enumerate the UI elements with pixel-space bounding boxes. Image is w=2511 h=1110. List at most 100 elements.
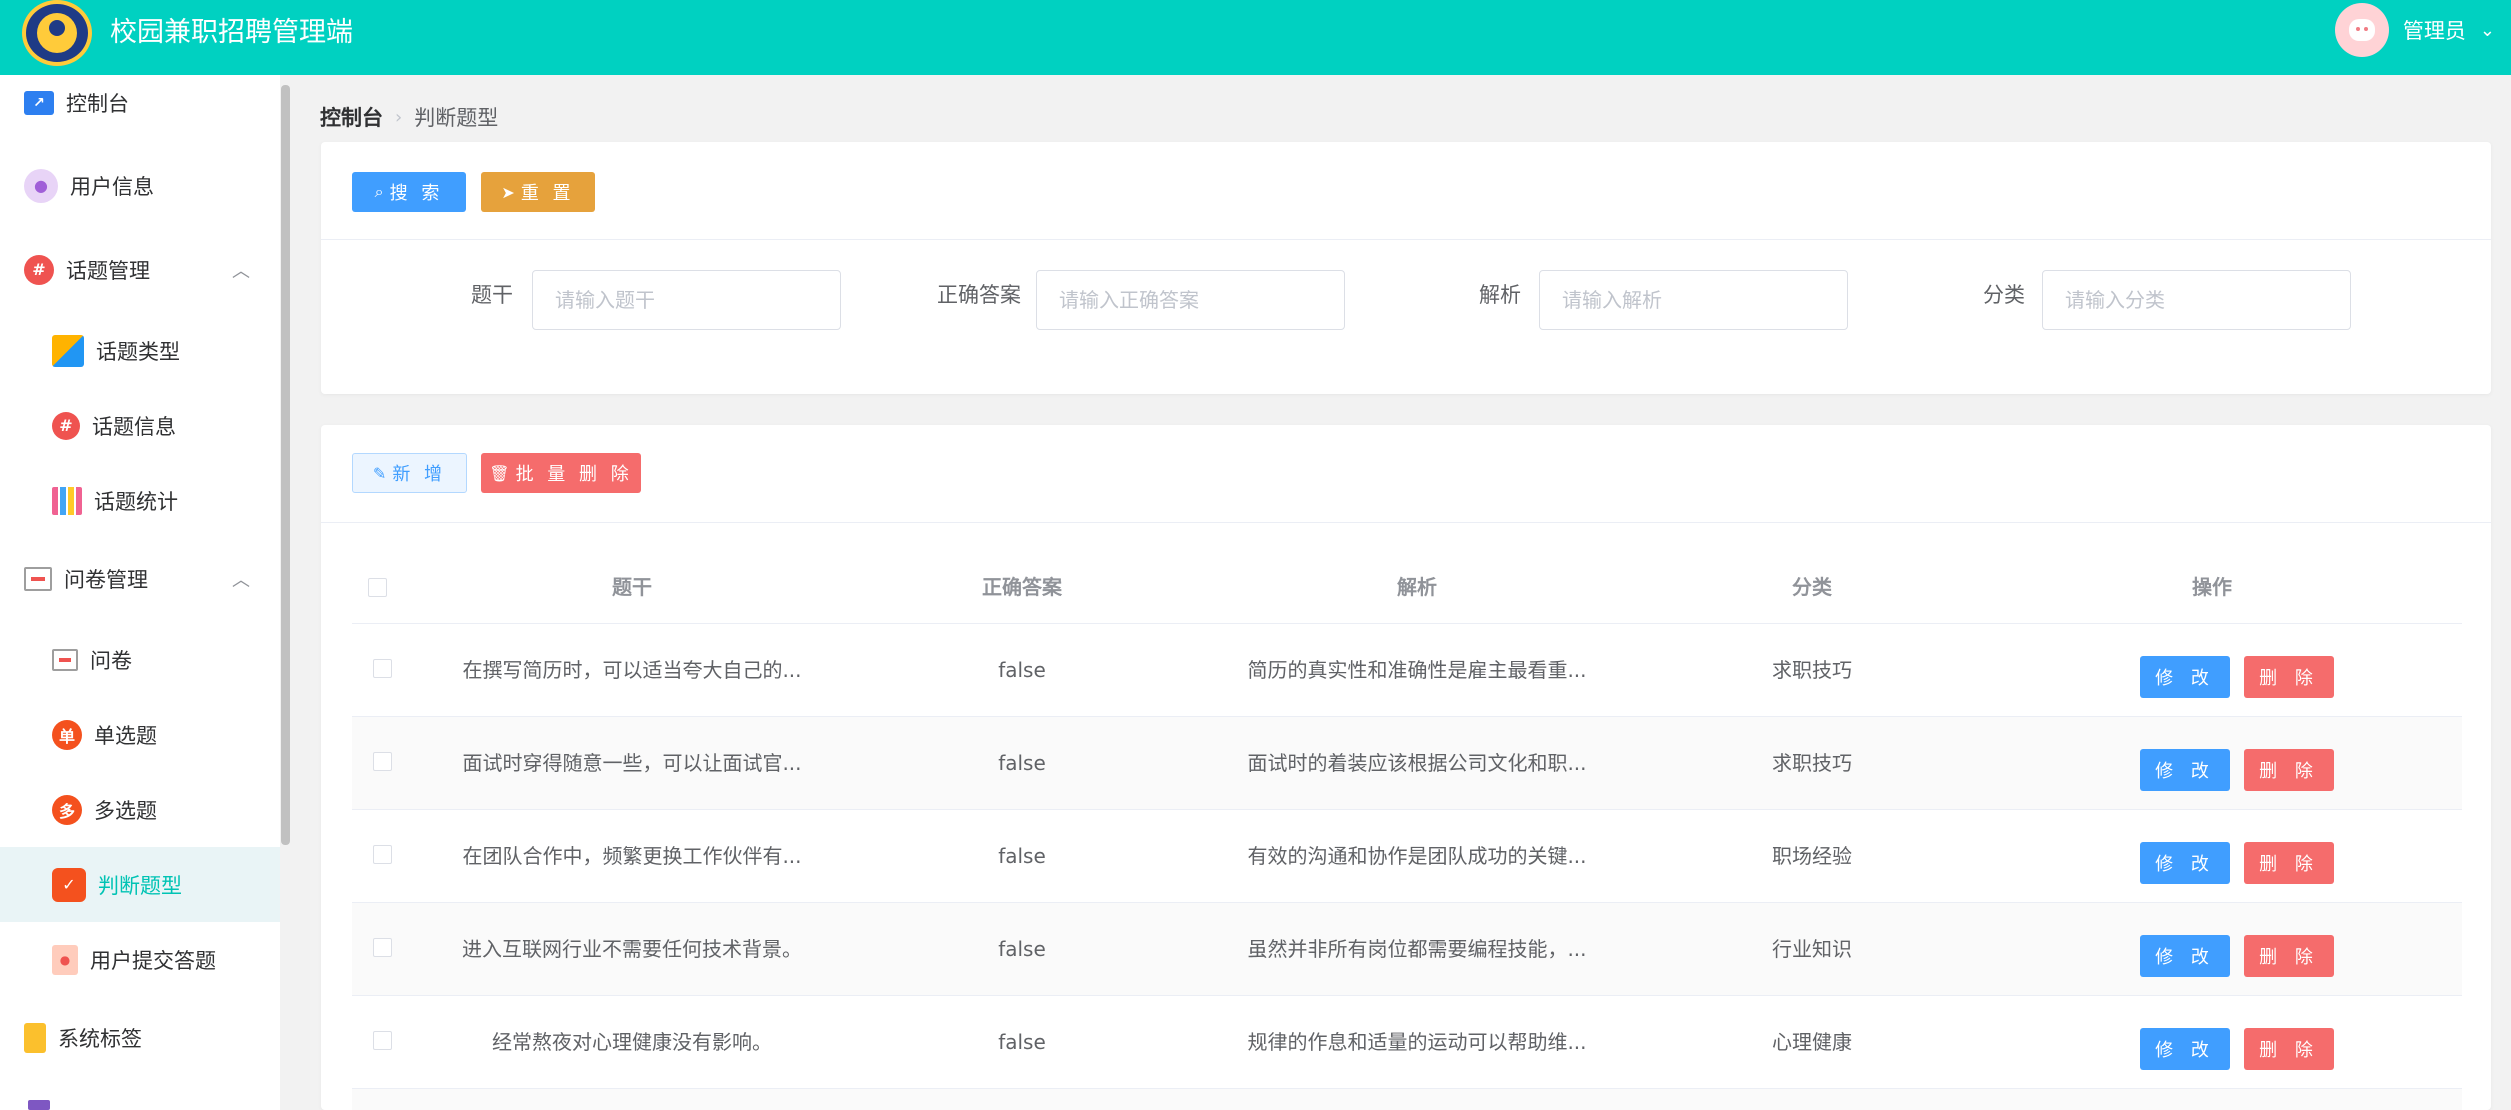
sidebar-item-label: 话题信息 [92,414,176,439]
table-panel: ✎ 新 增 🗑 批 量 删 除 题干 正确答案 解析 分类 操作 在撰写简历时，… [321,425,2491,1110]
chart-line-icon: ↗ [24,90,54,115]
blocks-icon [52,334,84,367]
edit-button[interactable]: 修 改 [2140,656,2230,698]
select-all-checkbox[interactable] [368,578,387,597]
cell-category: 职场经验 [1772,844,1852,868]
row-checkbox[interactable] [373,938,392,957]
analysis-label: 解析 [1479,283,1521,307]
multiple-choice-icon: 多 [52,794,82,825]
table-row: 经常熬夜对心理健康没有影响。 false 规律的作息和适量的运动可以帮助维...… [352,996,2462,1089]
sidebar-item-label: 话题统计 [94,489,178,514]
sidebar-item-label: 话题管理 [66,258,150,283]
column-header-stem[interactable]: 题干 [412,550,852,624]
column-header-actions: 操作 [2192,575,2232,599]
sidebar-item-user-submissions[interactable]: ● 用户提交答题 [0,922,280,997]
sidebar: ↗ 控制台 ● 用户信息 # 话题管理 ︿ 话题类型 # 话题信息 话题统计 问… [0,75,280,1110]
sidebar-item-topic-stats[interactable]: 话题统计 [0,463,280,538]
breadcrumb: 控制台 › 判断题型 [320,100,498,134]
cell-answer: false [998,844,1046,868]
sidebar-item-label: 话题类型 [96,339,180,364]
trash-icon: 🗑 [489,463,510,483]
edit-button[interactable]: 修 改 [2140,1028,2230,1070]
edit-icon: ✎ [372,463,387,483]
add-button[interactable]: ✎ 新 增 [352,453,467,493]
sidebar-item-label: 问卷 [90,648,132,673]
analysis-input[interactable] [1539,270,1848,330]
sidebar-item-label: 多选题 [94,798,157,823]
reset-button[interactable]: ➤ 重 置 [481,172,595,212]
delete-button[interactable]: 删 除 [2244,842,2334,884]
cell-category: 行业知识 [1772,937,1852,961]
delete-button[interactable]: 删 除 [2244,1028,2334,1070]
cell-answer: false [998,1030,1046,1054]
delete-button[interactable]: 删 除 [2244,749,2334,791]
cell-analysis: 面试时的着装应该根据公司文化和职... [1247,751,1587,775]
chevron-up-icon[interactable]: ︿ [232,257,250,283]
sidebar-item-topic-type[interactable]: 话题类型 [0,313,280,388]
user-menu[interactable]: 管理员 ⌄ [2334,0,2495,60]
sidebar-item-survey-management[interactable]: 问卷管理 ︿ [0,541,280,616]
category-input[interactable] [2042,270,2351,330]
sidebar-item-true-false[interactable]: ✓ 判断题型 [0,847,280,922]
breadcrumb-home[interactable]: 控制台 [320,102,383,132]
search-button[interactable]: ⌕ 搜 索 [352,172,466,212]
sidebar-item-topic-info[interactable]: # 话题信息 [0,388,280,463]
stem-input[interactable] [532,270,841,330]
sidebar-item-single-choice[interactable]: 单 单选题 [0,697,280,772]
send-icon: ➤ [501,182,515,202]
delete-button[interactable]: 删 除 [2244,935,2334,977]
user-name[interactable]: 管理员 [2403,15,2466,45]
sidebar-item-user-info[interactable]: ● 用户信息 [0,148,280,223]
chevron-right-icon: › [395,106,403,128]
row-checkbox[interactable] [373,659,392,678]
app-logo-icon [22,0,92,66]
sidebar-item-topic-management[interactable]: # 话题管理 ︿ [0,232,280,307]
delete-button[interactable]: 删 除 [2244,656,2334,698]
edit-button[interactable]: 修 改 [2140,935,2230,977]
cell-analysis: 虽然并非所有岗位都需要编程技能，... [1247,937,1587,961]
sidebar-scrollbar[interactable] [281,85,290,845]
batch-delete-label: 批 量 删 除 [515,464,633,485]
sidebar-item-label: 用户提交答题 [90,948,216,973]
batch-delete-button[interactable]: 🗑 批 量 删 除 [481,453,641,493]
category-label: 分类 [1983,283,2025,307]
cell-analysis: 规律的作息和适量的运动可以帮助维... [1247,1030,1587,1054]
divider [321,239,2491,240]
answer-input[interactable] [1036,270,1345,330]
row-checkbox[interactable] [373,752,392,771]
app-title: 校园兼职招聘管理端 [110,17,353,48]
sidebar-item-label: 判断题型 [98,873,182,898]
column-header-category[interactable]: 分类 [1642,550,1982,624]
column-header-answer[interactable]: 正确答案 [852,550,1192,624]
cell-category: 求职技巧 [1772,751,1852,775]
row-checkbox[interactable] [373,1031,392,1050]
single-choice-icon: 单 [52,719,82,750]
edit-button[interactable]: 修 改 [2140,749,2230,791]
cell-answer: false [998,751,1046,775]
add-button-label: 新 增 [392,464,447,485]
answer-label: 正确答案 [937,283,1021,307]
sidebar-item-system-tags[interactable]: 系统标签 [0,1000,280,1075]
divider [321,522,2491,523]
cell-stem: 进入互联网行业不需要任何技术背景。 [462,937,802,961]
chevron-up-icon[interactable]: ︿ [232,566,250,592]
partial-menu-icon [28,1100,50,1110]
sidebar-item-label: 用户信息 [70,174,154,199]
sidebar-item-survey[interactable]: 问卷 [0,622,280,697]
edit-button[interactable]: 修 改 [2140,842,2230,884]
stem-label: 题干 [471,283,513,307]
sidebar-item-label: 单选题 [94,723,157,748]
row-checkbox[interactable] [373,845,392,864]
search-icon: ⌕ [374,182,384,201]
sidebar-item-dashboard[interactable]: ↗ 控制台 [0,75,280,140]
chevron-down-icon[interactable]: ⌄ [2480,20,2495,41]
sidebar-item-multiple-choice[interactable]: 多 多选题 [0,772,280,847]
table-row: 在团队合作中，频繁更换工作伙伴有... false 有效的沟通和协作是团队成功的… [352,810,2462,903]
clipboard-icon: ● [52,944,78,975]
cell-stem: 在撰写简历时，可以适当夸大自己的... [462,658,802,682]
cell-stem: 经常熬夜对心理健康没有影响。 [492,1030,772,1054]
column-header-analysis[interactable]: 解析 [1192,550,1642,624]
hashtag-icon: # [52,411,80,440]
avatar[interactable] [2334,3,2389,57]
search-panel: ⌕ 搜 索 ➤ 重 置 题干 正确答案 解析 分类 [321,142,2491,394]
